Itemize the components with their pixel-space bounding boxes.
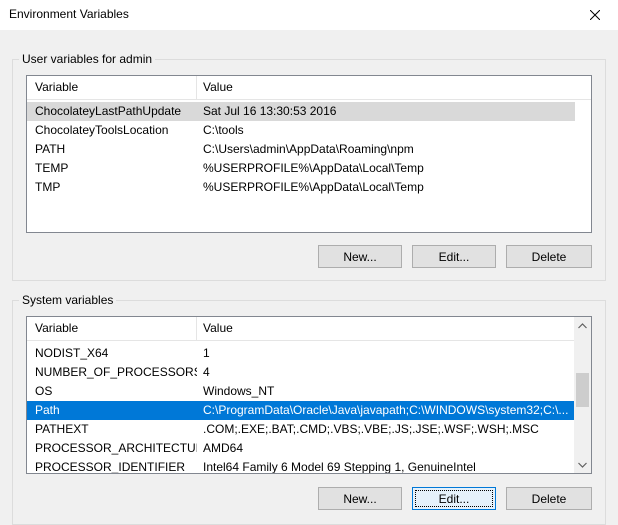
table-row[interactable]: TMP %USERPROFILE%\AppData\Local\Temp bbox=[27, 178, 575, 197]
focus-ring bbox=[415, 490, 493, 507]
table-row[interactable]: ChocolateyToolsLocation C:\tools bbox=[27, 121, 575, 140]
scroll-down-button[interactable] bbox=[574, 456, 591, 473]
user-list-header: Variable Value bbox=[27, 76, 591, 100]
window-title: Environment Variables bbox=[9, 7, 129, 21]
value-cell: .COM;.EXE;.BAT;.CMD;.VBS;.VBE;.JS;.JSE;.… bbox=[203, 422, 539, 436]
value-cell: C:\Users\admin\AppData\Roaming\npm bbox=[203, 142, 414, 156]
variable-cell: PATH bbox=[35, 142, 66, 156]
system-list-scrollbar[interactable] bbox=[574, 317, 591, 473]
table-row[interactable]: PROCESSOR_IDENTIFIER Intel64 Family 6 Mo… bbox=[27, 458, 575, 474]
value-cell: Windows_NT bbox=[203, 384, 275, 398]
table-row[interactable]: PATHEXT .COM;.EXE;.BAT;.CMD;.VBS;.VBE;.J… bbox=[27, 420, 575, 439]
value-cell: Intel64 Family 6 Model 69 Stepping 1, Ge… bbox=[203, 460, 476, 474]
value-cell: C:\tools bbox=[203, 123, 244, 137]
column-header-variable[interactable]: Variable bbox=[29, 76, 197, 99]
chevron-up-icon bbox=[578, 322, 587, 328]
value-cell: AMD64 bbox=[203, 441, 244, 455]
user-variables-label: User variables for admin bbox=[19, 52, 156, 66]
variable-cell: Path bbox=[35, 403, 60, 417]
table-row[interactable]: TEMP %USERPROFILE%\AppData\Local\Temp bbox=[27, 159, 575, 178]
user-variables-list[interactable]: Variable Value ChocolateyLastPathUpdate … bbox=[26, 75, 592, 233]
variable-cell: PROCESSOR_IDENTIFIER bbox=[35, 460, 186, 474]
scroll-thumb[interactable] bbox=[576, 373, 589, 407]
value-cell: 1 bbox=[203, 346, 210, 360]
value-cell: 4 bbox=[203, 365, 210, 379]
variable-cell: ChocolateyToolsLocation bbox=[35, 123, 169, 137]
title-bar: Environment Variables bbox=[0, 0, 618, 30]
table-row[interactable]: NODIST_X64 1 bbox=[27, 344, 575, 363]
user-new-button[interactable]: New... bbox=[318, 245, 402, 268]
variable-cell: OS bbox=[35, 384, 53, 398]
table-row-selected[interactable]: Path C:\ProgramData\Oracle\Java\javapath… bbox=[27, 401, 575, 420]
value-cell: %USERPROFILE%\AppData\Local\Temp bbox=[203, 161, 424, 175]
table-row[interactable]: PROCESSOR_ARCHITECTURE AMD64 bbox=[27, 439, 575, 458]
scroll-up-button[interactable] bbox=[574, 317, 591, 334]
variable-cell: TEMP bbox=[35, 161, 69, 175]
user-edit-button[interactable]: Edit... bbox=[412, 245, 496, 268]
column-header-variable[interactable]: Variable bbox=[29, 317, 197, 340]
system-new-button[interactable]: New... bbox=[318, 487, 402, 510]
system-delete-button[interactable]: Delete bbox=[506, 487, 592, 510]
chevron-down-icon bbox=[578, 462, 587, 468]
table-row[interactable]: ChocolateyLastPathUpdate Sat Jul 16 13:3… bbox=[27, 102, 575, 121]
system-list-header: Variable Value bbox=[27, 317, 575, 341]
system-variables-label: System variables bbox=[19, 293, 117, 307]
value-cell: Sat Jul 16 13:30:53 2016 bbox=[203, 104, 337, 118]
close-icon bbox=[590, 10, 600, 20]
variable-cell: PATHEXT bbox=[35, 422, 89, 436]
column-header-value[interactable]: Value bbox=[197, 317, 575, 340]
table-row[interactable]: NUMBER_OF_PROCESSORS 4 bbox=[27, 363, 575, 382]
close-button[interactable] bbox=[572, 0, 618, 30]
system-variables-list[interactable]: Variable Value NODIST_X64 1 NUMBER_OF_PR… bbox=[26, 316, 592, 474]
user-delete-button[interactable]: Delete bbox=[506, 245, 592, 268]
table-row[interactable]: PATH C:\Users\admin\AppData\Roaming\npm bbox=[27, 140, 575, 159]
table-row[interactable]: OS Windows_NT bbox=[27, 382, 575, 401]
variable-cell: NODIST_X64 bbox=[35, 346, 109, 360]
value-cell: %USERPROFILE%\AppData\Local\Temp bbox=[203, 180, 424, 194]
variable-cell: NUMBER_OF_PROCESSORS bbox=[35, 365, 197, 379]
variable-cell: PROCESSOR_ARCHITECTURE bbox=[35, 441, 197, 455]
column-header-value[interactable]: Value bbox=[197, 76, 587, 99]
value-cell: C:\ProgramData\Oracle\Java\javapath;C:\W… bbox=[203, 403, 569, 417]
variable-cell: TMP bbox=[35, 180, 61, 194]
system-edit-button[interactable]: Edit... bbox=[412, 487, 496, 510]
variable-cell: ChocolateyLastPathUpdate bbox=[35, 104, 182, 118]
